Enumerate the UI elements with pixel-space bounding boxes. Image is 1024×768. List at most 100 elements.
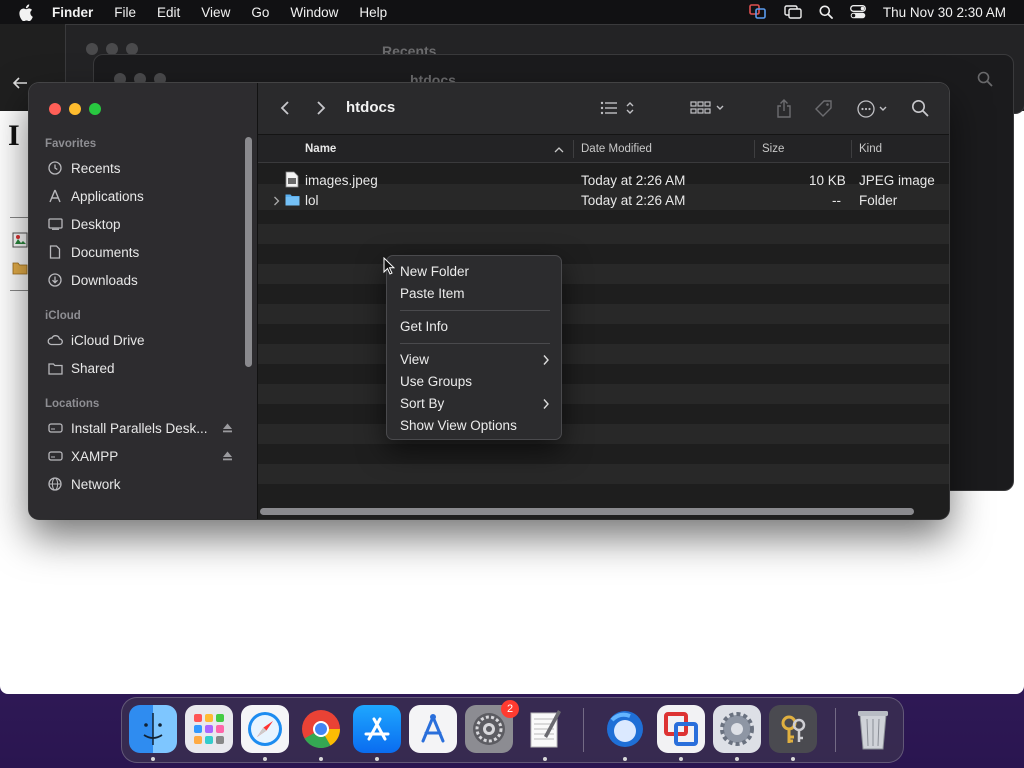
network-icon <box>47 476 63 492</box>
system-preferences-icon[interactable] <box>713 705 761 753</box>
menu-file[interactable]: File <box>114 5 136 20</box>
trash-icon[interactable] <box>849 705 897 753</box>
eject-icon[interactable] <box>222 449 233 464</box>
sidebar-item-documents[interactable]: Documents <box>47 241 237 263</box>
menubar-clock[interactable]: Thu Nov 30 2:30 AM <box>883 5 1006 20</box>
file-kind: Folder <box>859 193 898 208</box>
menu-item-label: Use Groups <box>400 374 473 389</box>
menu-item-get-info[interactable]: Get Info <box>400 317 550 337</box>
menu-item-show-view-options[interactable]: Show View Options <box>400 416 550 436</box>
menu-item-view[interactable]: View <box>400 350 550 370</box>
menu-edit[interactable]: Edit <box>157 5 180 20</box>
safari-icon[interactable] <box>241 705 289 753</box>
sidebar-item-downloads[interactable]: Downloads <box>47 269 237 291</box>
back-button[interactable] <box>280 100 290 119</box>
file-date: Today at 2:26 AM <box>581 193 686 208</box>
apple-menu-icon[interactable] <box>18 3 38 21</box>
sidebar-item-applications[interactable]: Applications <box>47 185 237 207</box>
drive-icon <box>47 448 63 464</box>
file-name: lol <box>305 193 319 208</box>
column-header-date-modified[interactable]: Date Modified <box>581 143 652 155</box>
sidebar-item-label: iCloud Drive <box>71 332 145 348</box>
launchpad-icon[interactable] <box>185 705 233 753</box>
zoom-window-button[interactable] <box>89 103 101 115</box>
screen-mirroring-icon[interactable] <box>784 5 802 19</box>
sidebar-item-shared[interactable]: Shared <box>47 357 237 379</box>
sidebar-item-label: Install Parallels Desk... <box>71 420 208 436</box>
background-folder-thumbnail-icon <box>12 260 28 276</box>
menu-item-sort-by[interactable]: Sort By <box>400 394 550 414</box>
menu-item-label: Paste Item <box>400 286 465 301</box>
app-store-icon[interactable] <box>353 705 401 753</box>
mouse-cursor-icon <box>383 256 396 278</box>
sidebar-item-icloud-drive[interactable]: iCloud Drive <box>47 329 237 351</box>
parallels-icon[interactable] <box>657 705 705 753</box>
table-row[interactable]: images.jpeg Today at 2:26 AM 10 KB JPEG … <box>258 170 949 190</box>
back-arrow-icon <box>12 76 28 95</box>
finder-sidebar: Favorites Recents Applications Desktop D… <box>29 83 258 519</box>
table-row[interactable]: lol Today at 2:26 AM -- Folder <box>258 190 949 210</box>
xcode-instruments-icon[interactable] <box>409 705 457 753</box>
menu-go[interactable]: Go <box>251 5 269 20</box>
sidebar-item-network[interactable]: Network <box>47 473 237 495</box>
window-title: htdocs <box>346 99 396 116</box>
menu-item-use-groups[interactable]: Use Groups <box>400 372 550 392</box>
sidebar-item-recents[interactable]: Recents <box>47 157 237 179</box>
document-icon <box>47 244 63 260</box>
column-header-size[interactable]: Size <box>762 143 784 155</box>
menu-separator <box>400 343 550 344</box>
system-settings-icon[interactable]: 2 <box>465 700 519 753</box>
background-image-thumbnail-icon <box>12 232 28 248</box>
more-actions-icon[interactable] <box>856 99 892 122</box>
sort-ascending-icon[interactable] <box>554 144 564 156</box>
menu-view[interactable]: View <box>201 5 230 20</box>
cloud-icon <box>47 332 63 348</box>
parallels-status-icon[interactable] <box>749 4 767 20</box>
sidebar-item-label: Network <box>71 476 121 492</box>
disclosure-chevron-icon[interactable] <box>273 194 280 209</box>
close-window-button[interactable] <box>49 103 61 115</box>
group-view-icon[interactable] <box>690 99 728 120</box>
menu-finder[interactable]: Finder <box>52 5 93 20</box>
spotlight-search-icon[interactable] <box>819 5 833 19</box>
share-icon[interactable] <box>776 99 792 122</box>
finder-icon[interactable] <box>129 705 177 753</box>
control-center-icon[interactable] <box>849 5 866 19</box>
menu-help[interactable]: Help <box>359 5 387 20</box>
column-header-bar: Name Date Modified Size Kind <box>258 135 949 163</box>
textedit-icon[interactable] <box>521 705 569 753</box>
background-page-heading-fragment: I <box>8 119 20 152</box>
sidebar-section-locations: Locations <box>45 398 100 410</box>
background-page-divider <box>10 290 30 291</box>
file-size: -- <box>832 193 841 208</box>
list-view-icon[interactable] <box>600 99 638 120</box>
thunderbird-icon[interactable] <box>601 705 649 753</box>
desktop-icon <box>47 216 63 232</box>
keychain-icon[interactable] <box>769 705 817 753</box>
file-date: Today at 2:26 AM <box>581 173 686 188</box>
menu-item-label: Sort By <box>400 396 445 411</box>
finder-search-icon[interactable] <box>911 99 929 120</box>
menu-item-new-folder[interactable]: New Folder <box>400 262 550 282</box>
sidebar-scrollbar[interactable] <box>245 137 252 367</box>
sidebar-item-xampp[interactable]: XAMPP <box>47 445 237 467</box>
menu-separator <box>400 310 550 311</box>
eject-icon[interactable] <box>222 421 233 436</box>
sidebar-item-install-parallels[interactable]: Install Parallels Desk... <box>47 417 237 439</box>
column-header-name[interactable]: Name <box>305 143 336 155</box>
column-header-kind[interactable]: Kind <box>859 143 882 155</box>
forward-button[interactable] <box>316 100 326 119</box>
menu-item-label: Get Info <box>400 319 449 334</box>
sidebar-item-label: Recents <box>71 160 121 176</box>
tag-icon[interactable] <box>814 99 834 122</box>
chrome-icon[interactable] <box>297 705 345 753</box>
file-kind: JPEG image <box>859 173 935 188</box>
horizontal-scrollbar[interactable] <box>260 508 914 515</box>
notification-badge: 2 <box>501 700 519 718</box>
sidebar-item-desktop[interactable]: Desktop <box>47 213 237 235</box>
menu-window[interactable]: Window <box>290 5 338 20</box>
minimize-window-button[interactable] <box>69 103 81 115</box>
ghost-search-icon <box>977 71 993 90</box>
clock-icon <box>47 160 63 176</box>
menu-item-paste-item[interactable]: Paste Item <box>400 284 550 304</box>
